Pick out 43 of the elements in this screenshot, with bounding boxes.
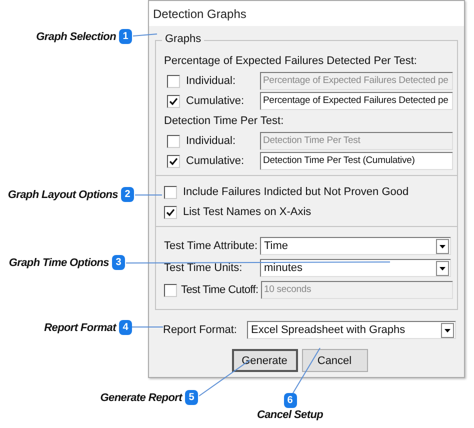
checkbox-label: Test Time Cutoff: <box>181 284 260 296</box>
number-badge: 4 <box>119 320 132 335</box>
field-label: Report Format: <box>163 324 238 336</box>
dropdown[interactable]: Time <box>260 237 451 255</box>
number-badge: 2 <box>121 187 134 202</box>
leader-line <box>134 194 162 196</box>
checkbox-label: Include Failures Indicted but Not Proven Good <box>183 186 409 198</box>
field-label: Test Time Attribute: <box>164 240 259 252</box>
checkbox[interactable] <box>164 186 177 198</box>
section-heading: Detection Time Per Test: <box>164 115 285 127</box>
window-title: Detection Graphs <box>153 6 246 20</box>
text-field[interactable]: Percentage of Expected Failures Detected pe <box>260 92 453 110</box>
number-badge: 6 <box>284 393 296 408</box>
number-badge: 3 <box>112 255 125 270</box>
leader-line <box>132 326 164 328</box>
text-field[interactable]: Detection Time Per Test (Cumulative) <box>260 152 453 170</box>
number-badge: 1 <box>119 29 132 44</box>
caret-icon <box>436 260 449 276</box>
dropdown[interactable]: Excel Spreadsheet with Graphs <box>247 321 456 339</box>
checkbox[interactable] <box>167 94 180 108</box>
callout-label: Graph Time Options <box>8 256 109 268</box>
generate-button[interactable]: Generate <box>232 349 298 372</box>
callout-label: Generate Report <box>100 392 182 404</box>
checkbox-label: List Test Names on X-Axis <box>183 206 312 218</box>
checkbox[interactable] <box>164 206 177 218</box>
dropdown[interactable]: minutes <box>260 259 451 277</box>
section-heading: Percentage of Expected Failures Detected Per Test: <box>164 55 418 67</box>
caret-icon <box>436 238 449 254</box>
caret-icon <box>441 322 454 338</box>
callout-label: Graph Selection <box>36 30 116 42</box>
checkbox[interactable] <box>167 154 180 168</box>
callout-label: Graph Layout Options <box>8 188 118 200</box>
checkbox-label: Cumulative: <box>186 155 246 167</box>
checkbox-label: Cumulative: <box>186 95 246 107</box>
leader-line <box>132 34 158 36</box>
callout-label: Cancel Setup <box>256 409 324 421</box>
group-title: Graphs <box>162 33 204 45</box>
cancel-button[interactable]: Cancel <box>302 349 368 372</box>
field-label: Test Time Units: <box>164 262 244 274</box>
checkbox-label: Individual: <box>186 135 237 147</box>
number-badge: 5 <box>185 390 198 405</box>
callout-label: Report Format <box>44 322 116 334</box>
checkbox-label: Individual: <box>186 75 237 87</box>
